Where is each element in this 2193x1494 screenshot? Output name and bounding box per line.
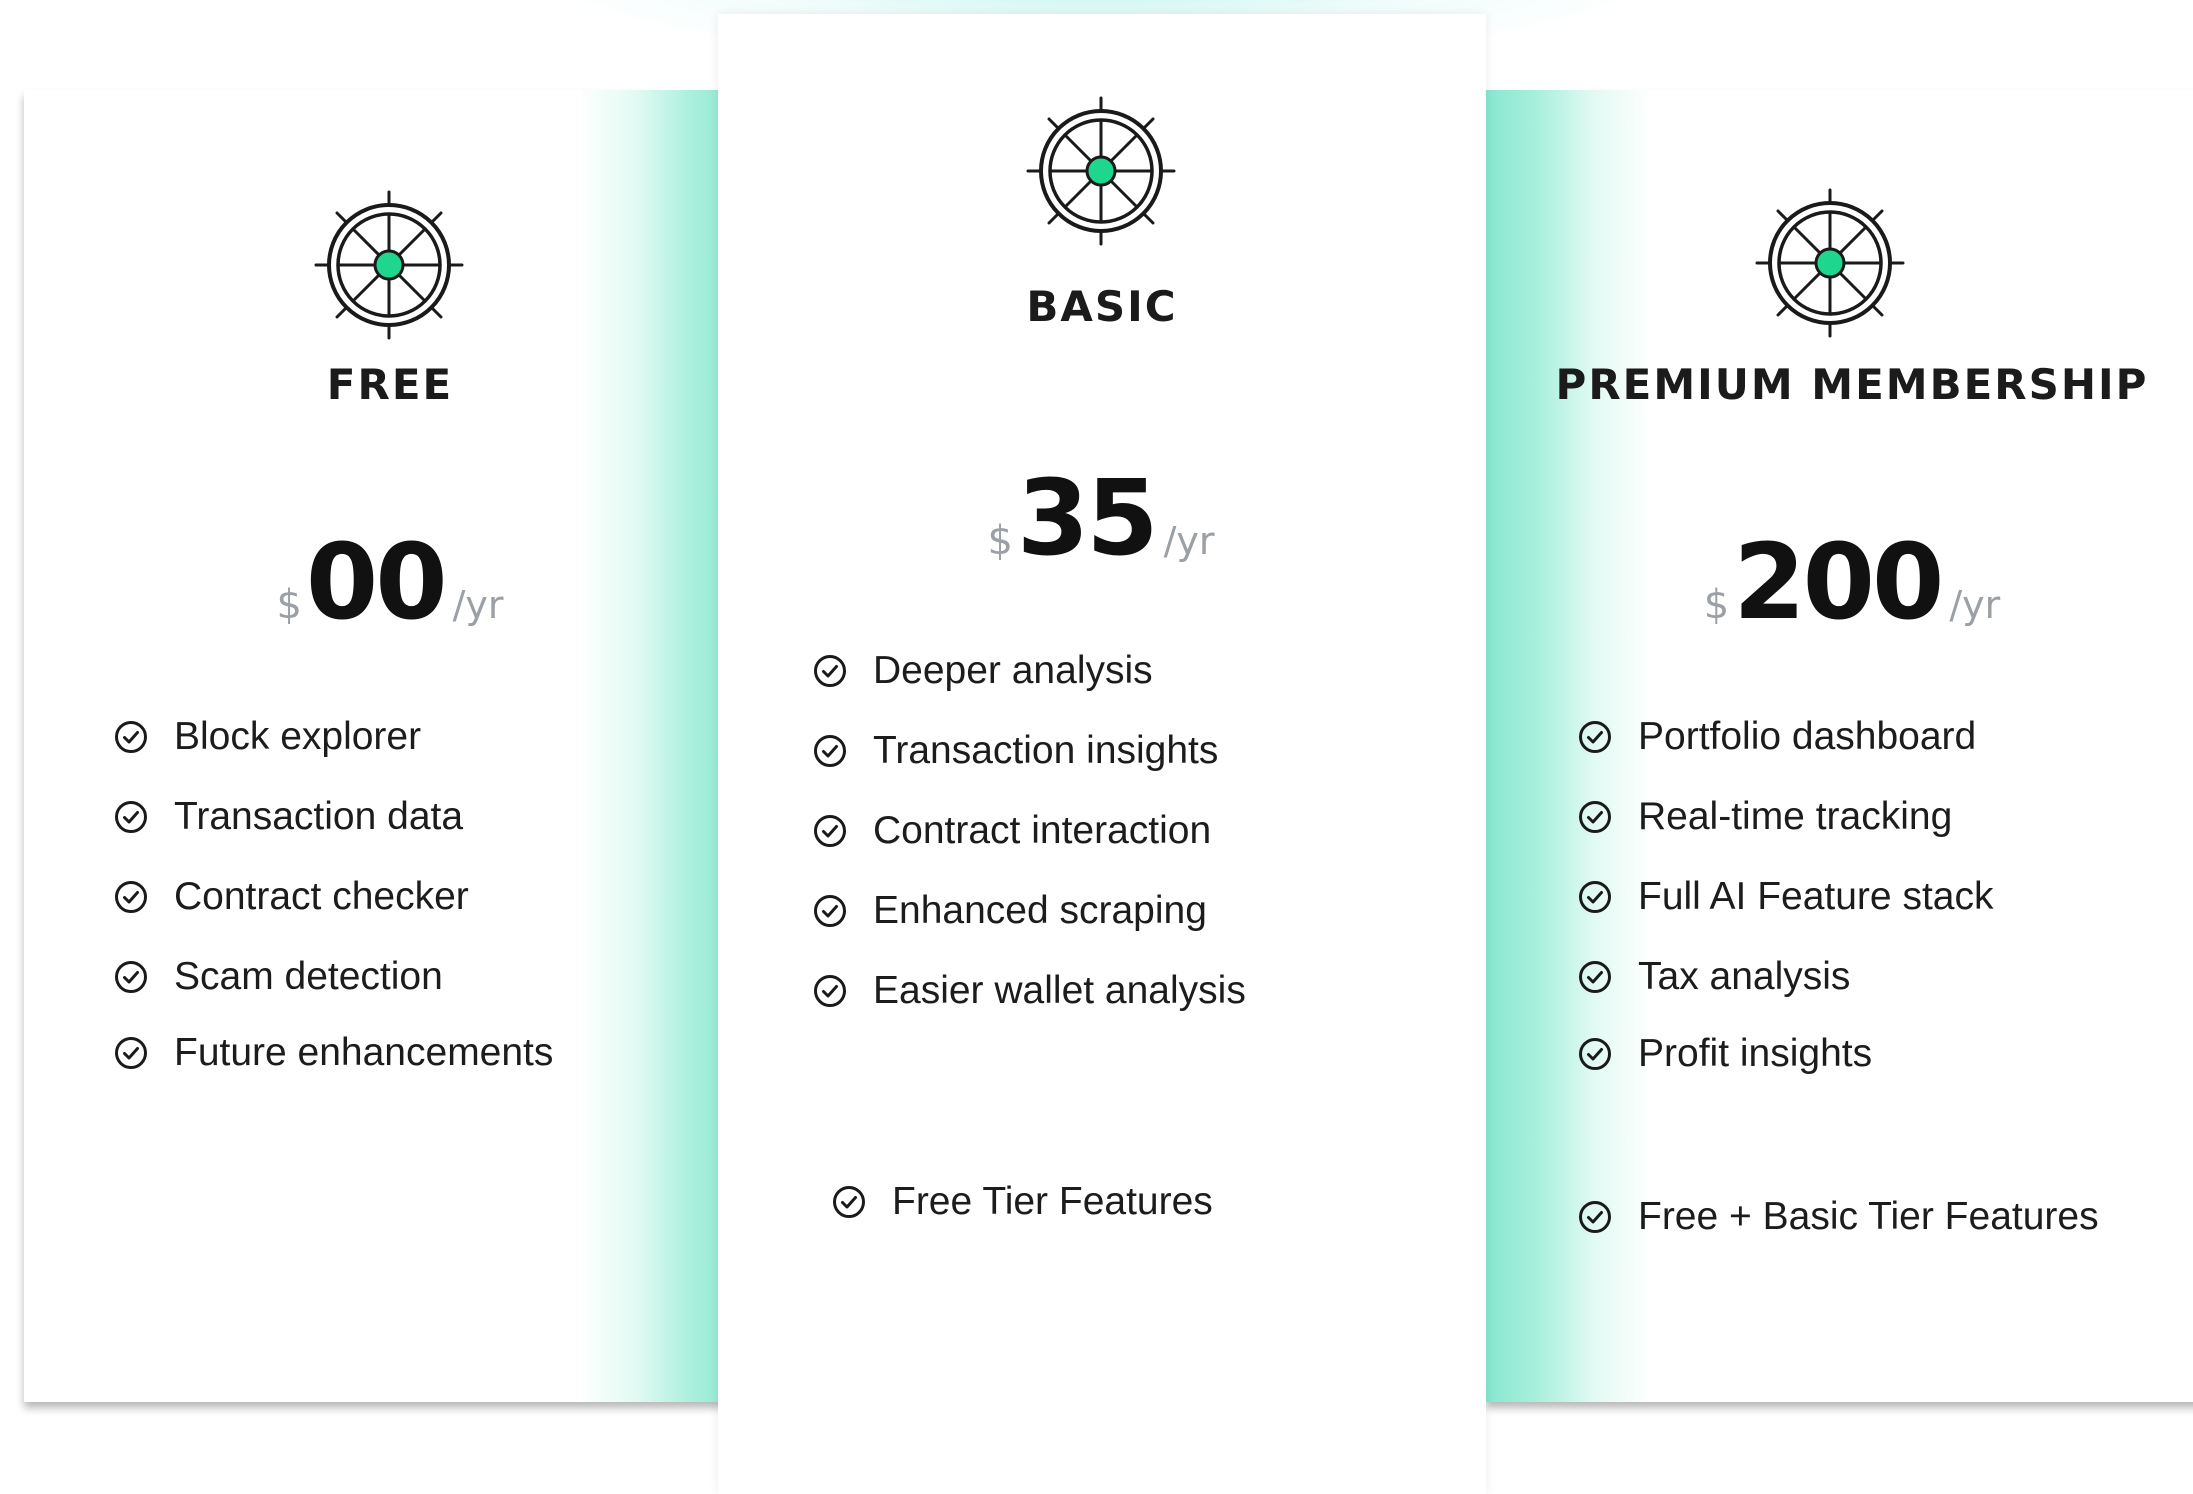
check-circle-icon xyxy=(813,814,847,848)
feature-item: Scam detection xyxy=(114,955,443,999)
feature-label: Enhanced scraping xyxy=(873,889,1207,932)
feature-item: Contract checker xyxy=(114,875,469,919)
price-amount: 200 xyxy=(1733,521,1944,643)
feature-item: Enhanced scraping xyxy=(813,889,1207,933)
feature-label: Transaction data xyxy=(174,795,464,838)
check-circle-icon xyxy=(813,894,847,928)
check-circle-icon xyxy=(114,960,148,994)
plan-title: FREE xyxy=(326,360,454,409)
feature-label: Free + Basic Tier Features xyxy=(1638,1195,2099,1238)
plan-price: $ 35 /yr xyxy=(987,466,1214,570)
check-circle-icon xyxy=(1578,1037,1612,1071)
check-circle-icon xyxy=(1578,960,1612,994)
feature-label: Real-time tracking xyxy=(1638,795,1953,838)
feature-item: Real-time tracking xyxy=(1578,795,1952,839)
ship-wheel-icon xyxy=(1026,96,1176,246)
check-circle-icon xyxy=(1578,1200,1612,1234)
check-circle-icon xyxy=(813,974,847,1008)
feature-item: Easier wallet analysis xyxy=(813,969,1246,1013)
price-currency: $ xyxy=(987,518,1013,564)
feature-item: Profit insights xyxy=(1578,1032,1872,1076)
check-circle-icon xyxy=(114,1036,148,1070)
feature-label: Full AI Feature stack xyxy=(1638,875,1994,918)
ship-wheel-icon xyxy=(314,190,464,340)
plan-card-premium[interactable]: PREMIUM MEMBERSHIP $ 200 /yr Portfolio d… xyxy=(1486,90,2193,1402)
feature-item: Tax analysis xyxy=(1578,955,1850,999)
feature-item: Full AI Feature stack xyxy=(1578,875,1993,919)
plan-price: $ 200 /yr xyxy=(1704,530,2000,634)
feature-item: Block explorer xyxy=(114,715,421,759)
feature-item-extra: Free Tier Features xyxy=(832,1180,1213,1224)
feature-label: Free Tier Features xyxy=(892,1180,1213,1223)
feature-label: Future enhancements xyxy=(174,1031,554,1074)
feature-label: Easier wallet analysis xyxy=(873,969,1246,1012)
check-circle-icon xyxy=(114,720,148,754)
feature-item: Portfolio dashboard xyxy=(1578,715,1976,759)
feature-label: Contract interaction xyxy=(873,809,1212,852)
price-amount: 00 xyxy=(305,521,448,643)
check-circle-icon xyxy=(813,734,847,768)
price-amount: 35 xyxy=(1016,457,1159,579)
feature-item: Contract interaction xyxy=(813,809,1211,853)
check-circle-icon xyxy=(1578,880,1612,914)
feature-item: Transaction data xyxy=(114,795,463,839)
feature-item-extra: Free + Basic Tier Features xyxy=(1578,1195,2099,1239)
price-period: /yr xyxy=(1949,583,2001,627)
feature-item: Deeper analysis xyxy=(813,649,1153,693)
check-circle-icon xyxy=(1578,800,1612,834)
price-period: /yr xyxy=(452,583,504,627)
feature-item: Transaction insights xyxy=(813,729,1218,773)
plan-card-free[interactable]: FREE $ 00 /yr Block explorer Transaction… xyxy=(24,90,744,1402)
feature-label: Block explorer xyxy=(174,715,422,758)
price-period: /yr xyxy=(1163,519,1215,563)
plan-title: PREMIUM MEMBERSHIP xyxy=(1555,360,2149,409)
check-circle-icon xyxy=(1578,720,1612,754)
plan-card-basic[interactable]: BASIC $ 35 /yr Deeper analysis Transacti… xyxy=(718,14,1486,1494)
plan-price: $ 00 /yr xyxy=(276,530,503,634)
feature-label: Scam detection xyxy=(174,955,443,998)
check-circle-icon xyxy=(813,654,847,688)
plan-title: BASIC xyxy=(1026,282,1178,331)
feature-label: Deeper analysis xyxy=(873,649,1153,692)
feature-item: Future enhancements xyxy=(114,1031,553,1075)
feature-label: Profit insights xyxy=(1638,1032,1873,1075)
feature-label: Transaction insights xyxy=(873,729,1219,772)
price-currency: $ xyxy=(276,582,302,628)
price-currency: $ xyxy=(1703,582,1730,628)
ship-wheel-icon xyxy=(1755,188,1905,338)
feature-label: Tax analysis xyxy=(1638,955,1851,998)
check-circle-icon xyxy=(114,800,148,834)
check-circle-icon xyxy=(832,1185,866,1219)
check-circle-icon xyxy=(114,880,148,914)
feature-label: Contract checker xyxy=(174,875,469,918)
feature-label: Portfolio dashboard xyxy=(1638,715,1977,758)
